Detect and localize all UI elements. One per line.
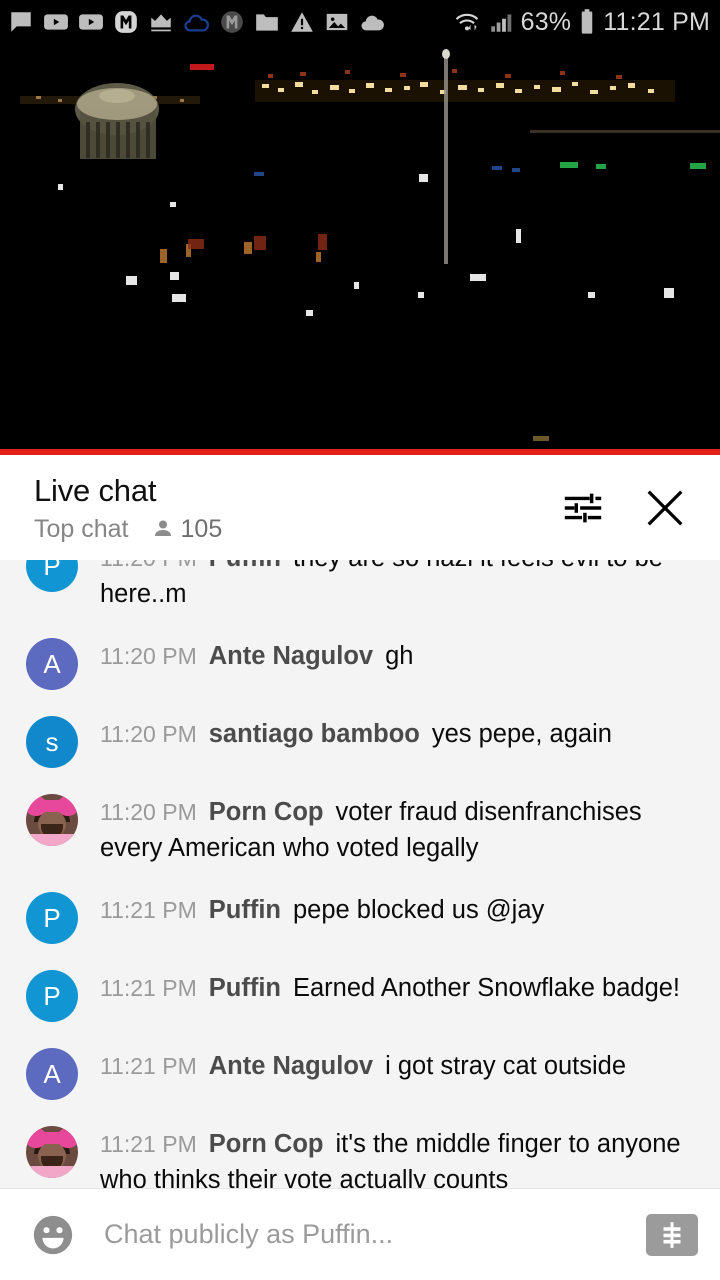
avatar-initial: A [43,1058,61,1089]
live-stream-video[interactable] [0,44,720,449]
cloud-filled-icon [361,15,384,30]
youtube-play-icon [44,14,68,30]
message-text: pepe blocked us @jay [292,896,545,924]
avatar-bow-right [57,1128,78,1148]
avatar-initial: P [43,980,61,1011]
message-author[interactable]: Porn Cop [209,798,324,826]
chat-message-list[interactable]: P11:20 PMPuffinthey are so nazi it feels… [0,560,720,1188]
wifi-data-icon [455,13,478,31]
chat-message[interactable]: s 11:20 PM santiago bamboo yes pepe, again [0,702,720,780]
person-icon [154,520,171,536]
tune-sliders-icon [564,493,602,522]
message-text: yes pepe, again [431,720,612,748]
avatar-photo[interactable] [26,1126,78,1178]
viewer-count-group: 105 [151,514,223,544]
avatar[interactable]: P [26,892,78,944]
viewer-count: 105 [180,514,223,543]
message-author[interactable]: Puffin [209,896,281,924]
avatar[interactable]: s [26,716,78,768]
avatar-bow-left [26,1128,47,1148]
message-timestamp: 11:20 PM [100,643,197,669]
avatar-initial: s [45,726,59,757]
chat-message[interactable]: P 11:21 PM Puffin pepe blocked us @jay [0,878,720,956]
crown-icon [151,14,171,32]
message-author[interactable]: Ante Nagulov [209,1052,373,1080]
chat-subheader: Top chat 105 [34,515,554,544]
status-bar: 63% 11:21 PM [0,0,720,44]
chat-message[interactable]: A 11:21 PM Ante Nagulov i got stray cat out… [0,1034,720,1112]
cloud-outline-icon [184,14,210,31]
youtube-play-icon [79,14,103,30]
message-author[interactable]: Ante Nagulov [209,642,373,670]
warning-triangle-icon [291,12,313,32]
signal-bars-icon [490,14,511,32]
message-author[interactable]: Puffin [209,560,281,572]
message-text: i got stray cat outside [385,1052,627,1080]
message-timestamp: 11:20 PM [100,799,197,825]
chat-settings-button[interactable] [554,479,612,537]
m-circle-icon [221,11,243,33]
chat-message-body: 11:20 PMPuffinthey are so nazi it feels … [100,560,698,612]
message-timestamp: 11:21 PM [100,897,197,923]
chat-message-body: 11:20 PM Porn Cop voter fraud disenfranchi… [100,792,698,866]
close-chat-button[interactable] [636,479,694,537]
chat-message-body: 11:21 PM Ante Nagulov i got stray cat outs… [100,1046,626,1084]
image-icon [326,13,348,31]
video-frame [0,44,720,449]
message-timestamp: 11:20 PM [100,560,197,571]
avatar-bottom [26,1166,78,1178]
chat-message-body: 11:21 PM Puffin pepe blocked us @jay [100,890,544,928]
message-text: gh [385,642,414,670]
battery-icon [581,9,593,34]
chat-input-bar [0,1188,720,1280]
avatar-initial: A [43,648,61,679]
chat-mode-label[interactable]: Top chat [34,515,129,544]
avatar[interactable]: A [26,638,78,690]
chat-message[interactable]: P 11:21 PM Puffin Earned Another Snowflake … [0,956,720,1034]
message-text: Earned Another Snowflake badge! [292,974,681,1002]
chat-input-field[interactable] [104,1219,646,1250]
chat-message-body: 11:21 PM Porn Cop it's the middle finger t… [100,1124,698,1188]
dollar-superchat-icon [663,1221,681,1248]
superchat-button[interactable] [646,1213,698,1256]
m-badge-icon [115,11,137,33]
message-timestamp: 11:20 PM [100,721,197,747]
folder-icon [256,14,278,31]
avatar[interactable]: P [26,560,78,592]
chat-message-body: 11:20 PM santiago bamboo yes pepe, again [100,714,612,752]
message-author[interactable]: Porn Cop [209,1130,324,1158]
battery-percent-label: 63% [520,7,572,36]
emoji-button[interactable] [30,1212,76,1258]
chat-header-text: Live chat Top chat 105 [34,472,554,544]
chat-header: Live chat Top chat 105 [0,455,720,560]
avatar-initial: P [43,560,61,581]
chat-message[interactable]: A 11:20 PM Ante Nagulov gh [0,624,720,702]
message-timestamp: 11:21 PM [100,975,197,1001]
avatar-photo[interactable] [26,794,78,846]
message-timestamp: 11:21 PM [100,1131,197,1157]
status-bar-system-icons: 63% 11:21 PM [453,8,710,37]
message-timestamp: 11:21 PM [100,1053,197,1079]
status-bar-notification-icons [8,9,453,36]
close-icon [647,490,683,525]
chat-message[interactable]: 11:20 PM Porn Cop voter fraud disenfranchi… [0,780,720,878]
chat-bubble-icon [11,12,31,32]
emoji-smiley-icon [33,1215,73,1254]
chat-message-list-inner: P11:20 PMPuffinthey are so nazi it feels… [0,560,720,1188]
chat-message-body: 11:21 PM Puffin Earned Another Snowflake b… [100,968,680,1006]
clock-label: 11:21 PM [603,7,710,36]
message-author[interactable]: Puffin [209,974,281,1002]
chat-message[interactable]: P11:20 PMPuffinthey are so nazi it feels… [0,560,720,624]
avatar[interactable]: A [26,1048,78,1100]
avatar-bow-right [57,796,78,816]
chat-message[interactable]: 11:21 PM Porn Cop it's the middle finger t… [0,1112,720,1188]
page-title: Live chat [34,472,157,508]
chat-message-body: 11:20 PM Ante Nagulov gh [100,636,413,674]
avatar-initial: P [43,902,61,933]
avatar[interactable]: P [26,970,78,1022]
message-author[interactable]: santiago bamboo [209,720,420,748]
avatar-bow-left [26,796,47,816]
avatar-bottom [26,834,78,846]
